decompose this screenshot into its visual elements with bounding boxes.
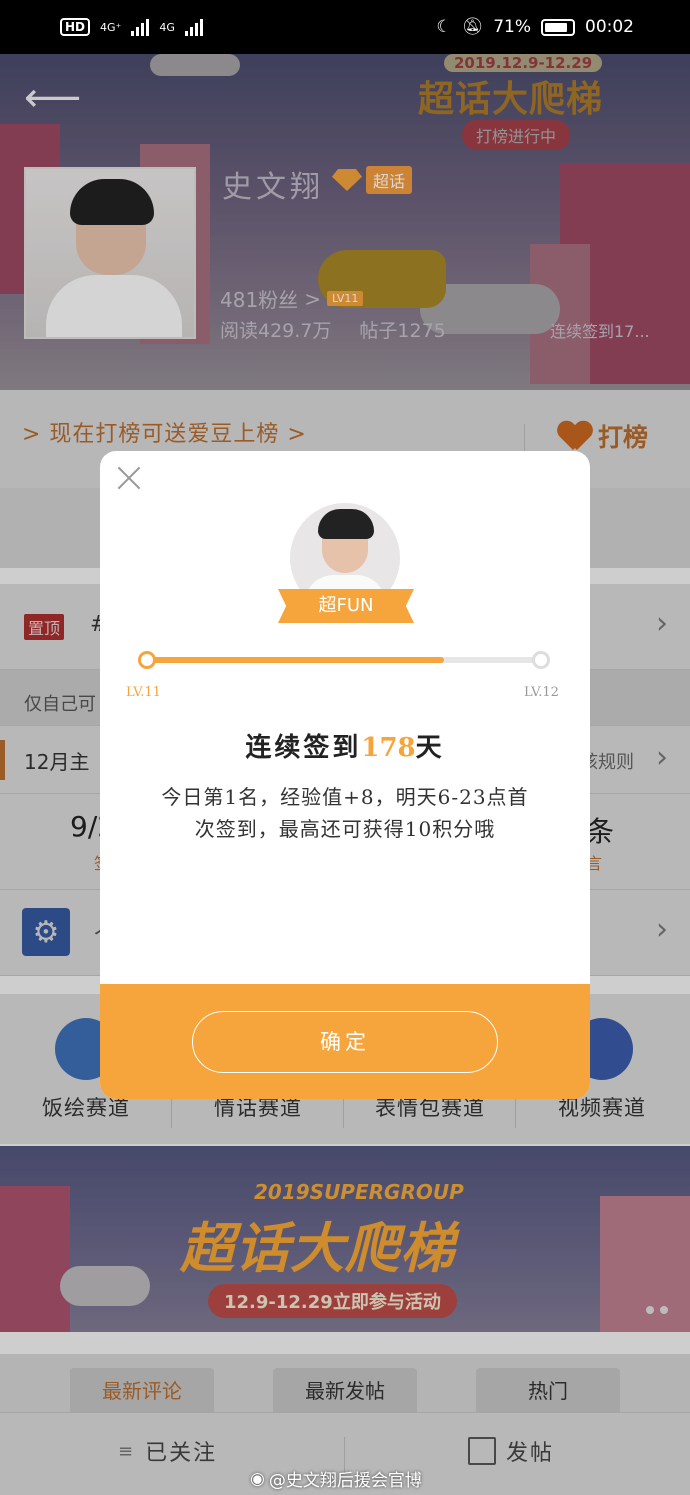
current-level-label: LV.11 <box>126 685 161 700</box>
dialog-footer: 确定 <box>100 984 590 1099</box>
progress-end-dot <box>532 651 550 669</box>
close-icon[interactable] <box>114 463 144 493</box>
level-progress-fill <box>148 657 444 663</box>
signal-icon-2 <box>184 18 203 36</box>
hd-indicator: HD <box>60 18 91 36</box>
streak-days: 178 <box>361 733 416 763</box>
moon-icon: ☾ <box>436 17 452 37</box>
checkin-streak: 连续签到178天 <box>100 727 590 764</box>
watermark-text: @史文翔后援会官博 <box>268 1471 422 1491</box>
avatar-hair-shape <box>318 509 374 539</box>
streak-suffix: 天 <box>415 733 445 763</box>
streak-prefix: 连续签到 <box>245 733 362 763</box>
fun-ribbon: 超FUN <box>278 589 414 623</box>
next-level-label: LV.12 <box>524 685 559 700</box>
weibo-logo-icon: ◉ <box>250 1468 265 1489</box>
network-label-2: 4G <box>159 20 175 34</box>
clock: 00:02 <box>585 17 634 37</box>
battery-icon <box>541 18 575 36</box>
confirm-button[interactable]: 确定 <box>192 1011 498 1073</box>
status-bar: HD 4G⁺ 4G ☾ 🔕︎ 71% 00:02 <box>0 0 690 54</box>
progress-start-dot <box>138 651 156 669</box>
network-label-1: 4G⁺ <box>100 20 122 34</box>
battery-percent: 71% <box>493 17 531 37</box>
bell-off-icon: 🔕︎ <box>461 17 484 37</box>
description-line: 次签到，最高还可获得10积分哦 <box>194 817 496 841</box>
description-line: 今日第1名，经验值+8，明天6-23点首 <box>161 785 529 809</box>
checkin-dialog: 超FUN LV.11 LV.12 连续签到178天 今日第1名，经验值+8，明天… <box>100 451 590 1099</box>
watermark: ◉ @史文翔后援会官博 <box>250 1466 422 1492</box>
checkin-description: 今日第1名，经验值+8，明天6-23点首 次签到，最高还可获得10积分哦 <box>130 781 560 845</box>
signal-icon <box>131 18 150 36</box>
